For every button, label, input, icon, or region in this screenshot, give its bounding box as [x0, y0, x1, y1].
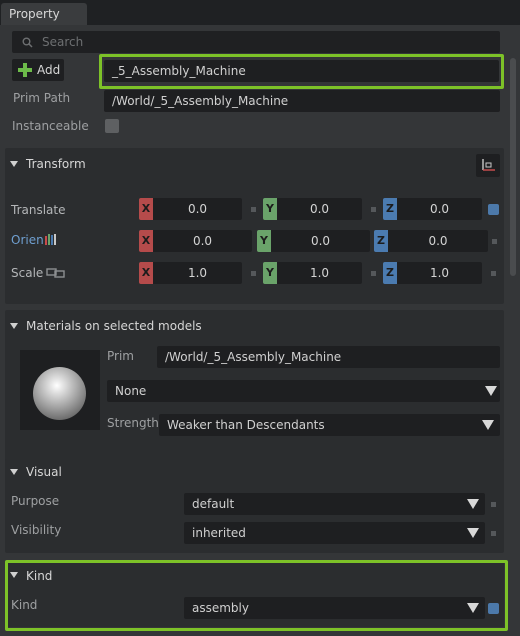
translate-x-field[interactable]: 0.0 — [153, 198, 242, 220]
strength-select-value: Weaker than Descendants — [167, 418, 325, 432]
kind-select-value: assembly — [192, 601, 249, 615]
scale-y-dot[interactable] — [371, 271, 376, 276]
search-placeholder: Search — [42, 35, 84, 49]
visibility-label: Visibility — [11, 523, 62, 537]
material-prim-field[interactable]: /World/_5_Assembly_Machine — [157, 346, 500, 368]
orient-z-field[interactable]: 0.0 — [388, 230, 488, 252]
translate-y-field[interactable]: 0.0 — [277, 198, 362, 220]
translate-y-axis: Y — [263, 198, 277, 220]
prim-path-field[interactable]: /World/_5_Assembly_Machine — [104, 90, 500, 112]
search-input[interactable]: Search — [12, 31, 500, 53]
kind-dropdown-icon[interactable] — [467, 603, 479, 613]
strength-select[interactable]: Weaker than Descendants — [159, 414, 500, 436]
orient-x-field[interactable]: 0.0 — [153, 230, 252, 252]
scale-x-axis: X — [139, 262, 153, 284]
transform-title: Transform — [26, 157, 86, 171]
material-prim-label: Prim — [107, 349, 134, 363]
visibility-dot[interactable] — [491, 531, 496, 536]
material-sphere — [33, 367, 86, 420]
purpose-select[interactable]: default — [184, 493, 485, 515]
kind-keyed-indicator[interactable] — [488, 603, 499, 614]
scale-y-axis: Y — [263, 262, 277, 284]
scale-z-dot[interactable] — [491, 271, 496, 276]
instanceable-label: Instanceable — [12, 119, 89, 133]
scale-link-icon[interactable] — [46, 268, 66, 278]
materials-collapse-icon[interactable] — [10, 323, 18, 329]
add-label: Add — [37, 63, 61, 77]
scale-x-field[interactable]: 1.0 — [153, 262, 242, 284]
tab-property[interactable]: Property — [1, 3, 87, 25]
visibility-select-value: inherited — [192, 526, 246, 540]
strength-label: Strength — [107, 416, 159, 430]
translate-x-axis: X — [139, 198, 153, 220]
scale-y-field[interactable]: 1.0 — [277, 262, 362, 284]
scale-z-axis: Z — [383, 262, 397, 284]
prim-path-label: Prim Path — [13, 91, 71, 105]
scale-z-field[interactable]: 1.0 — [397, 262, 482, 284]
prim-name-field[interactable]: _5_Assembly_Machine — [104, 60, 499, 82]
tab-bar: Property — [0, 0, 520, 25]
search-icon — [22, 37, 33, 48]
scale-x-dot[interactable] — [251, 271, 256, 276]
instanceable-checkbox[interactable] — [105, 119, 119, 133]
translate-y-dot[interactable] — [371, 207, 376, 212]
kind-title: Kind — [26, 569, 53, 583]
purpose-dropdown-icon[interactable] — [467, 499, 479, 509]
plus-icon — [18, 63, 32, 77]
strength-dropdown-icon[interactable] — [482, 420, 494, 430]
add-button[interactable]: Add — [12, 59, 64, 81]
orient-label: Orien — [11, 233, 44, 247]
kind-collapse-icon[interactable] — [10, 572, 18, 578]
orient-y-field[interactable]: 0.0 — [271, 230, 370, 252]
orient-x-axis: X — [139, 230, 153, 252]
translate-z-field[interactable]: 0.0 — [397, 198, 482, 220]
material-select[interactable]: None — [107, 380, 500, 402]
scrollbar[interactable] — [510, 58, 516, 276]
materials-title: Materials on selected models — [26, 319, 202, 333]
visibility-select[interactable]: inherited — [184, 522, 485, 544]
material-select-value: None — [115, 384, 147, 398]
visual-title: Visual — [26, 465, 62, 479]
scale-label: Scale — [11, 266, 44, 280]
translate-z-axis: Z — [383, 198, 397, 220]
translate-x-dot[interactable] — [251, 207, 256, 212]
visual-collapse-icon[interactable] — [10, 469, 18, 475]
transform-menu-icon — [482, 159, 495, 171]
orient-label-group[interactable]: Orien — [11, 233, 61, 249]
kind-label: Kind — [11, 598, 38, 612]
transform-collapse-icon[interactable] — [10, 161, 18, 167]
property-panel: Search Add _5_Assembly_Machine Prim Path… — [0, 25, 520, 636]
orient-bars-icon — [45, 234, 56, 245]
purpose-select-value: default — [192, 497, 235, 511]
visibility-dropdown-icon[interactable] — [467, 528, 479, 538]
purpose-dot[interactable] — [491, 502, 496, 507]
orient-z-axis: Z — [374, 230, 388, 252]
orient-dot[interactable] — [492, 239, 497, 244]
translate-label: Translate — [11, 203, 66, 217]
transform-menu-button[interactable] — [476, 154, 500, 177]
purpose-label: Purpose — [11, 494, 60, 508]
material-preview — [20, 350, 100, 430]
orient-y-axis: Y — [257, 230, 271, 252]
material-dropdown-icon[interactable] — [485, 386, 497, 396]
translate-keyed-indicator[interactable] — [488, 204, 499, 215]
kind-select[interactable]: assembly — [184, 597, 485, 619]
